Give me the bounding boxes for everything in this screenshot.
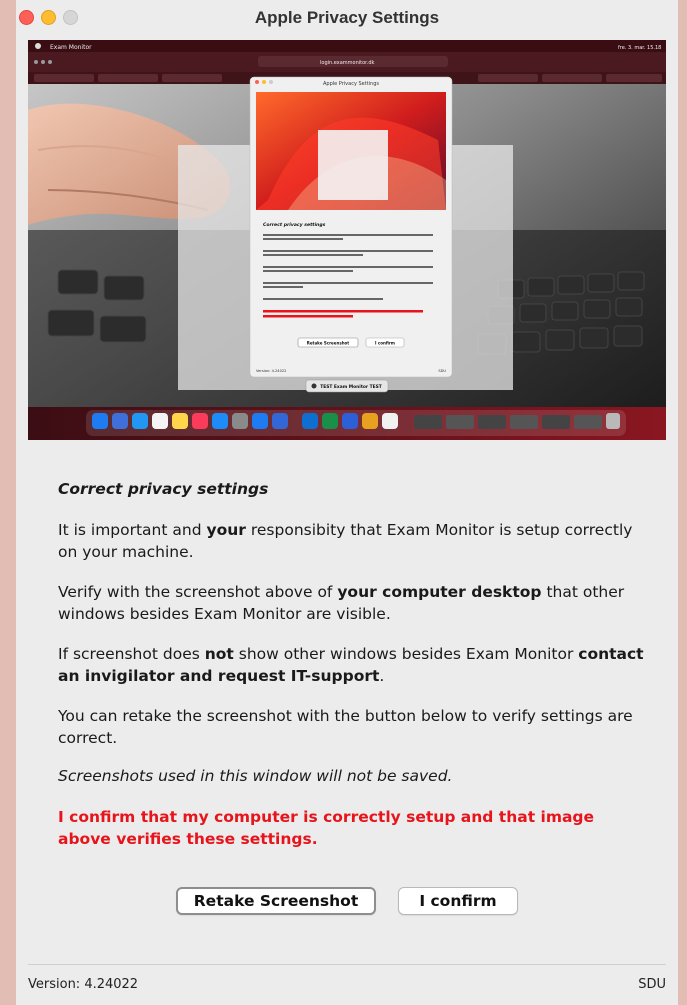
section-heading: Correct privacy settings [58, 480, 269, 498]
inner-heading: Correct privacy settings [263, 222, 326, 228]
menubar-app-name: Exam Monitor [50, 44, 92, 51]
browser-url: login.exammonitor.dk [320, 60, 375, 66]
privacy-window: Apple Privacy Settings Exam Monitor fre.… [16, 0, 678, 1005]
confirm-button[interactable]: I confirm [398, 887, 518, 915]
window-title: Apple Privacy Settings [254, 8, 440, 27]
confirm-statement: I confirm that my computer is correctly … [58, 808, 595, 848]
not-saved-note: Screenshots used in this window will not… [58, 767, 453, 785]
inner-version: Version: 4.24022 [256, 369, 286, 373]
inner-retake-button: Retake Screenshot [307, 341, 350, 346]
menubar-clock: fre. 3. mar. 15.18 [618, 45, 661, 51]
retake-screenshot-button[interactable]: Retake Screenshot [176, 887, 376, 915]
verify-paragraph: Verify with the screenshot above of your… [58, 583, 625, 623]
retake-info-paragraph: You can retake the screenshot with the b… [58, 707, 633, 747]
support-paragraph: If screenshot does not show other window… [58, 645, 644, 685]
organization-label: SDU [638, 977, 666, 992]
title-bar: Apple Privacy Settings [16, 0, 678, 36]
test-bar-label: TEST Exam Monitor TEST [320, 384, 382, 390]
desktop-screenshot: Exam Monitor fre. 3. mar. 15.18 login.ex… [28, 40, 666, 440]
footer-divider [28, 964, 666, 965]
version-label: Version: 4.24022 [28, 977, 139, 992]
responsibility-paragraph: It is important and your responsibity th… [58, 521, 633, 561]
inner-confirm-button: I confirm [375, 341, 395, 346]
inner-window-title: Apple Privacy Settings [323, 81, 379, 87]
inner-org: SDU [438, 369, 446, 373]
